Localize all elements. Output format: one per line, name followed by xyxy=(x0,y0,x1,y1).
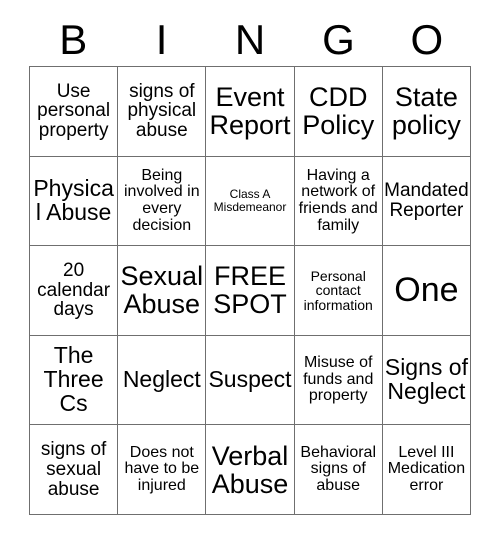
header-letter-n: N xyxy=(234,16,266,63)
bingo-cell[interactable]: CDD Policy xyxy=(294,67,383,157)
bingo-cell[interactable]: signs of sexual abuse xyxy=(30,425,119,515)
bingo-grid: Use personal property signs of physical … xyxy=(29,66,472,515)
bingo-cell-label: Being involved in every decision xyxy=(124,166,200,234)
bingo-cell-label: Event Report xyxy=(209,82,291,141)
bingo-row: 20 calendar days Sexual Abuse FREE SPOT … xyxy=(30,246,472,336)
bingo-cell-label: Personal contact information xyxy=(303,267,373,313)
bingo-cell[interactable]: Does not have to be injured xyxy=(118,425,207,515)
bingo-cell-label: Use personal property xyxy=(37,80,111,142)
bingo-cell[interactable]: Sexual Abuse xyxy=(118,246,207,336)
bingo-cell-label: FREE SPOT xyxy=(213,261,287,320)
bingo-cell-label: Sexual Abuse xyxy=(120,261,204,320)
bingo-cell[interactable]: Being involved in every decision xyxy=(118,156,207,247)
bingo-cell-label: Suspect xyxy=(208,366,292,393)
bingo-cell[interactable]: Class A Misdemeanor xyxy=(206,156,295,247)
bingo-cell-free-spot[interactable]: FREE SPOT xyxy=(206,246,295,336)
bingo-cell[interactable]: Suspect xyxy=(206,335,295,426)
bingo-cell-label: signs of physical abuse xyxy=(127,80,197,142)
bingo-cell-label: 20 calendar days xyxy=(37,259,111,321)
bingo-cell-label: Mandated Reporter xyxy=(384,180,469,221)
bingo-cell[interactable]: Behavioral signs of abuse xyxy=(294,425,383,515)
bingo-cell-label: Signs of Neglect xyxy=(384,354,468,405)
bingo-cell-label: signs of sexual abuse xyxy=(40,439,107,500)
bingo-cell[interactable]: Personal contact information xyxy=(294,246,383,336)
bingo-header: B I N G O xyxy=(29,14,471,66)
bingo-cell[interactable]: Misuse of funds and property xyxy=(294,335,383,426)
bingo-cell-label: Misuse of funds and property xyxy=(303,354,374,405)
bingo-cell[interactable]: Physical Abuse xyxy=(30,156,119,247)
bingo-cell[interactable]: The Three Cs xyxy=(30,335,119,426)
bingo-cell-label: State policy xyxy=(391,82,461,141)
bingo-cell[interactable]: Neglect xyxy=(118,335,207,426)
bingo-card: B I N G O Use personal property signs of… xyxy=(0,0,500,544)
bingo-cell[interactable]: One xyxy=(382,246,472,336)
bingo-cell-label: Behavioral signs of abuse xyxy=(300,443,377,494)
bingo-cell-label: Neglect xyxy=(122,366,201,393)
bingo-cell-label: Physical Abuse xyxy=(33,174,114,225)
bingo-row: Physical Abuse Being involved in every d… xyxy=(30,156,472,247)
header-letter-o: O xyxy=(410,16,444,63)
bingo-row: The Three Cs Neglect Suspect Misuse of f… xyxy=(30,335,472,426)
bingo-row: Use personal property signs of physical … xyxy=(30,67,472,157)
bingo-cell[interactable]: signs of physical abuse xyxy=(118,67,207,157)
bingo-cell[interactable]: Event Report xyxy=(206,67,295,157)
bingo-cell[interactable]: Use personal property xyxy=(30,67,119,157)
bingo-cell-label: Class A Misdemeanor xyxy=(213,187,287,214)
header-letter-g: G xyxy=(322,16,355,63)
bingo-cell-label: Level III Medication error xyxy=(387,443,466,494)
bingo-cell[interactable]: Mandated Reporter xyxy=(382,156,472,247)
bingo-cell-label: Having a network of friends and family xyxy=(298,166,378,234)
bingo-cell[interactable]: 20 calendar days xyxy=(30,246,119,336)
bingo-cell-label: The Three Cs xyxy=(43,342,104,417)
bingo-cell-label: CDD Policy xyxy=(302,82,375,141)
bingo-cell-label: Does not have to be injured xyxy=(124,443,200,494)
bingo-cell-label: One xyxy=(394,270,459,309)
bingo-cell[interactable]: Signs of Neglect xyxy=(382,335,472,426)
header-letter-b: B xyxy=(59,16,88,63)
bingo-row: signs of sexual abuse Does not have to b… xyxy=(30,425,472,515)
bingo-cell-label: Verbal Abuse xyxy=(211,440,289,499)
bingo-cell[interactable]: Having a network of friends and family xyxy=(294,156,383,247)
bingo-cell[interactable]: Verbal Abuse xyxy=(206,425,295,515)
bingo-cell[interactable]: State policy xyxy=(382,67,472,157)
bingo-cell[interactable]: Level III Medication error xyxy=(382,425,472,515)
header-letter-i: I xyxy=(155,16,168,63)
